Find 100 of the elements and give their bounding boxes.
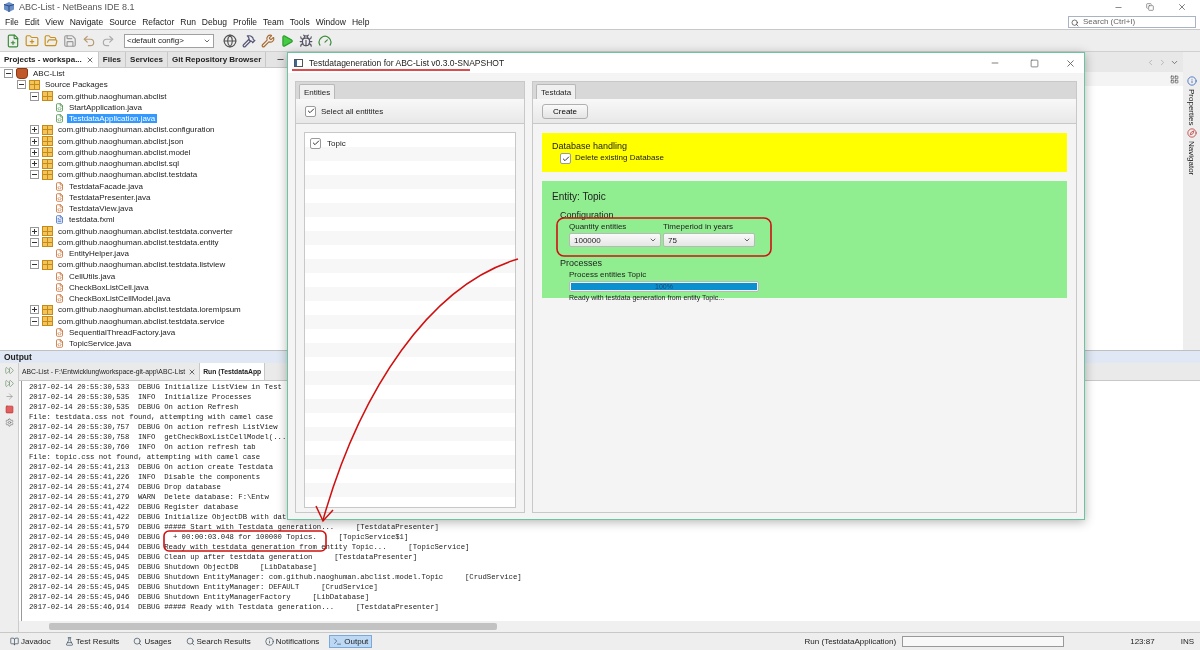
tree-item[interactable]: com.github.naoghuman.abclist.sql — [56, 159, 181, 169]
collapse-toggle[interactable] — [30, 260, 39, 270]
list-item[interactable]: Topic — [327, 138, 346, 148]
properties-icon[interactable] — [1186, 76, 1197, 86]
undo-icon[interactable] — [82, 33, 96, 48]
config-dropdown[interactable]: <default config> — [124, 33, 214, 48]
rerun-icon[interactable] — [4, 379, 14, 388]
package-icon — [42, 136, 53, 147]
window-title: ABC-List - NetBeans IDE 8.1 — [19, 2, 135, 12]
collapse-toggle[interactable] — [30, 91, 39, 101]
menu-item[interactable]: Navigate — [66, 16, 107, 27]
tree-item[interactable]: com.github.naoghuman.abclist.json — [56, 136, 186, 146]
tree-item[interactable]: ABC-List — [31, 69, 67, 79]
new-file-icon[interactable] — [6, 33, 20, 48]
search-icon — [1071, 18, 1079, 27]
menu-item[interactable]: Source — [106, 16, 140, 27]
checkbox[interactable] — [560, 153, 571, 164]
tree-item[interactable]: EntityHelper.java — [67, 249, 132, 259]
close-icon[interactable] — [85, 55, 94, 64]
tree-item[interactable]: com.github.naoghuman.abclist.model — [56, 147, 193, 157]
menu-item[interactable]: Team — [260, 16, 287, 27]
tree-item[interactable]: TopicService.java — [67, 339, 134, 349]
menu-item[interactable]: Debug — [198, 16, 230, 27]
dropdown[interactable]: 100000 — [569, 233, 661, 247]
globe-icon[interactable] — [223, 33, 237, 48]
expand-toggle[interactable] — [30, 125, 39, 135]
collapse-toggle[interactable] — [30, 170, 39, 180]
menu-item[interactable]: Edit — [21, 16, 43, 27]
tree-item[interactable]: com.github.naoghuman.abclist.testdata.loremipsum — [56, 305, 243, 315]
create-button[interactable]: Create — [542, 103, 588, 119]
tree-item[interactable]: CellUtils.java — [67, 271, 118, 281]
tree-item[interactable]: com.github.naoghuman.abclist.testdata.entity — [56, 237, 221, 247]
tree-item[interactable]: com.github.naoghuman.abclist.testdata.converter — [56, 226, 235, 236]
tree-item[interactable]: com.github.naoghuman.abclist.testdata.service — [56, 316, 227, 326]
menu-item[interactable]: Tools — [286, 16, 313, 27]
tree-item[interactable]: com.github.naoghuman.abclist — [56, 91, 169, 101]
collapse-toggle[interactable] — [17, 80, 26, 90]
open-folder-icon[interactable] — [44, 33, 58, 48]
menu-item[interactable]: Refactor — [139, 16, 178, 27]
tree-item[interactable]: StartApplication.java — [67, 102, 144, 112]
expand-toggle[interactable] — [30, 226, 39, 236]
menu-item[interactable]: File — [2, 16, 22, 27]
compass-icon[interactable] — [1186, 128, 1197, 139]
new-folder-icon[interactable] — [25, 33, 39, 48]
tree-item[interactable]: testdata.fxml — [67, 215, 117, 225]
save-icon[interactable] — [63, 33, 77, 48]
panel-tab[interactable]: Projects - workspa... — [0, 52, 99, 67]
status-tab[interactable]: Output — [329, 635, 373, 648]
grid-icon[interactable] — [1170, 74, 1179, 84]
hammer-icon[interactable] — [242, 33, 256, 48]
tree-item[interactable]: com.github.naoghuman.abclist.testdata.listview — [56, 260, 228, 270]
run-icon[interactable] — [280, 33, 294, 48]
status-tab[interactable]: Notifications — [260, 635, 324, 648]
tree-item[interactable]: com.github.naoghuman.abclist.testdata — [56, 170, 200, 180]
status-tab[interactable]: Usages — [129, 635, 176, 648]
dropdown[interactable]: 75 — [663, 233, 755, 247]
expand-toggle[interactable] — [30, 136, 39, 146]
side-tab[interactable]: Navigator — [1187, 141, 1196, 176]
menu-item[interactable]: Profile — [229, 16, 260, 27]
app-icon — [4, 2, 14, 12]
side-tab[interactable]: Properties — [1187, 89, 1196, 126]
tree-item[interactable]: TestdataView.java — [67, 204, 135, 214]
expand-toggle[interactable] — [30, 147, 39, 157]
expand-toggle[interactable] — [30, 305, 39, 315]
file-icon — [55, 114, 64, 124]
rerun-icon[interactable] — [4, 366, 14, 375]
expand-toggle[interactable] — [30, 159, 39, 169]
tab[interactable]: Entities — [299, 84, 336, 99]
tab[interactable]: Testdata — [536, 84, 577, 99]
status-tab[interactable]: Javadoc — [6, 635, 55, 648]
tree-item[interactable]: SequentialThreadFactory.java — [67, 327, 178, 337]
book-icon — [10, 637, 19, 646]
status-tab[interactable]: Test Results — [60, 635, 124, 648]
collapse-toggle[interactable] — [4, 69, 13, 79]
checkbox[interactable] — [305, 105, 316, 117]
menu-item[interactable]: Run — [177, 16, 199, 27]
stop-icon[interactable] — [4, 405, 14, 414]
status-tab[interactable]: Search Results — [181, 635, 255, 648]
collapse-toggle[interactable] — [30, 316, 39, 326]
tree-item[interactable]: TestdataPresenter.java — [67, 192, 153, 202]
bug-icon[interactable] — [299, 33, 313, 48]
terminal-icon — [333, 637, 343, 646]
tree-item[interactable]: Source Packages — [43, 80, 110, 90]
tree-item[interactable]: com.github.naoghuman.abclist.configuration — [56, 125, 217, 135]
settings-icon[interactable] — [4, 418, 14, 427]
collapse-toggle[interactable] — [30, 237, 39, 247]
menu-item[interactable]: View — [42, 16, 67, 27]
wrench-icon[interactable] — [261, 33, 275, 48]
gauge-icon[interactable] — [318, 33, 332, 48]
menu-item[interactable]: Window — [312, 16, 349, 27]
scrollbar-thumb[interactable] — [49, 623, 498, 630]
package-icon — [42, 259, 53, 270]
redo-icon[interactable] — [101, 33, 115, 48]
tree-item[interactable]: CheckBoxListCell.java — [67, 282, 151, 292]
menu-item[interactable]: Help — [348, 16, 373, 27]
search-field[interactable]: Search (Ctrl+I) — [1068, 15, 1196, 28]
tree-item[interactable]: TestdataFacade.java — [67, 181, 145, 191]
checkbox[interactable] — [310, 137, 321, 149]
close-icon[interactable] — [188, 367, 197, 376]
tree-item[interactable]: CheckBoxListCellModel.java — [67, 294, 173, 304]
